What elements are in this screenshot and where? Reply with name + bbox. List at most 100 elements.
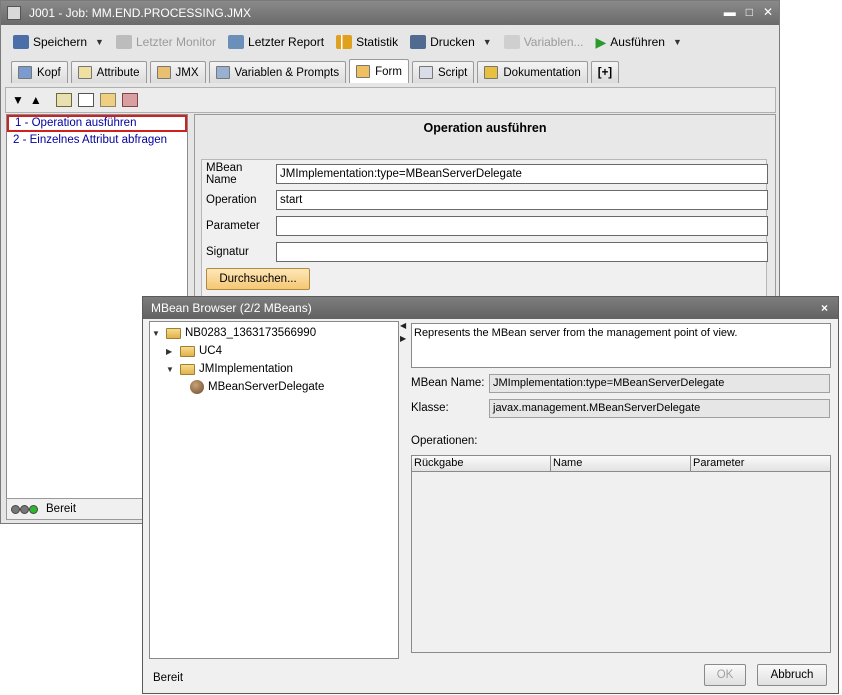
list-item[interactable]: 2 - Einzelnes Attribut abfragen bbox=[7, 132, 187, 149]
browse-button[interactable]: Durchsuchen... bbox=[206, 268, 310, 290]
signature-field[interactable] bbox=[276, 242, 768, 262]
form-icon bbox=[356, 65, 371, 78]
play-icon: ▶ bbox=[595, 33, 607, 50]
collapse-left-icon[interactable]: ◀ bbox=[400, 321, 406, 330]
edit-item-icon[interactable] bbox=[99, 93, 116, 107]
last-monitor-button[interactable]: Letzter Monitor bbox=[112, 33, 220, 51]
operation-field[interactable]: start bbox=[276, 190, 768, 210]
mbean-detail: Represents the MBean server from the man… bbox=[411, 321, 835, 655]
folder-open-icon bbox=[166, 327, 181, 339]
copy-item-icon[interactable] bbox=[77, 93, 94, 107]
mbean-name-label: MBean Name: bbox=[411, 377, 485, 389]
status-light-icon bbox=[29, 504, 38, 514]
tree-node-label: MBeanServerDelegate bbox=[208, 381, 325, 393]
last-monitor-label: Letzter Monitor bbox=[135, 35, 217, 49]
print-icon bbox=[410, 35, 427, 49]
add-item-icon[interactable] bbox=[55, 93, 72, 107]
mbean-tree: ▼ NB0283_1363173566990 ▶ UC4 ▼ JMImpleme… bbox=[149, 321, 399, 659]
tab-label: Script bbox=[437, 66, 468, 79]
form-fields: MBean Name JMImplementation:type=MBeanSer… bbox=[201, 159, 768, 299]
main-toolbar: Speichern ▼ Letzter Monitor Letzter Repo… bbox=[1, 29, 779, 55]
move-up-icon[interactable]: ▲ bbox=[30, 93, 42, 107]
print-button[interactable]: Drucken ▼ bbox=[406, 33, 496, 51]
print-dropdown-icon[interactable]: ▼ bbox=[483, 37, 492, 47]
close-icon[interactable]: ✕ bbox=[763, 5, 773, 19]
mbean-name-value: JMImplementation:type=MBeanServerDelegat… bbox=[489, 373, 830, 393]
list-item[interactable]: 1 - Operation ausführen bbox=[7, 115, 187, 132]
statistics-icon bbox=[336, 35, 353, 49]
save-label: Speichern bbox=[33, 35, 88, 49]
description-box: Represents the MBean server from the man… bbox=[411, 323, 831, 368]
execute-button[interactable]: ▶ Ausführen ▼ bbox=[592, 32, 686, 53]
column-header-return[interactable]: Rückgabe bbox=[412, 456, 551, 471]
cancel-button[interactable]: Abbruch bbox=[757, 664, 827, 686]
statistics-label: Statistik bbox=[356, 35, 399, 49]
folder-icon bbox=[180, 345, 195, 357]
add-tab-icon: [+] bbox=[597, 66, 613, 79]
maximize-icon[interactable]: □ bbox=[746, 5, 753, 19]
column-header-parameter[interactable]: Parameter bbox=[691, 456, 830, 471]
status-text: Bereit bbox=[46, 503, 77, 515]
statistics-button[interactable]: Statistik bbox=[332, 33, 402, 51]
delete-item-icon[interactable] bbox=[121, 93, 138, 107]
save-dropdown-icon[interactable]: ▼ bbox=[95, 37, 104, 47]
tab-variables-prompts[interactable]: Variablen & Prompts bbox=[208, 61, 347, 83]
tree-node-uc4[interactable]: ▶ UC4 bbox=[166, 342, 222, 360]
attribute-icon bbox=[77, 66, 92, 79]
ok-button[interactable]: OK bbox=[704, 664, 746, 686]
tab-jmx[interactable]: JMX bbox=[149, 61, 206, 83]
tree-node-root[interactable]: ▼ NB0283_1363173566990 bbox=[152, 324, 316, 342]
expand-right-icon[interactable]: ▶ bbox=[400, 334, 406, 343]
tab-kopf[interactable]: Kopf bbox=[11, 61, 68, 83]
kopf-icon bbox=[18, 66, 32, 79]
column-header-name[interactable]: Name bbox=[551, 456, 691, 471]
last-report-label: Letzter Report bbox=[248, 35, 325, 49]
save-icon bbox=[13, 35, 29, 49]
parameter-field[interactable] bbox=[276, 216, 768, 236]
tab-label: Kopf bbox=[37, 66, 61, 79]
mbean-browser-dialog: MBean Browser (2/2 MBeans) × ▼ NB0283_13… bbox=[142, 296, 839, 694]
report-icon bbox=[228, 35, 245, 49]
move-down-icon[interactable]: ▼ bbox=[12, 93, 24, 107]
tree-node-label: JMImplementation bbox=[199, 363, 293, 375]
form-title: Operation ausführen bbox=[423, 121, 547, 135]
operations-label: Operationen: bbox=[411, 435, 478, 447]
save-button[interactable]: Speichern ▼ bbox=[9, 33, 108, 51]
mbean-name-field[interactable]: JMImplementation:type=MBeanServerDelegat… bbox=[276, 164, 768, 184]
bean-icon bbox=[190, 380, 204, 394]
signature-label: Signatur bbox=[206, 246, 249, 258]
tab-form[interactable]: Form bbox=[349, 59, 409, 83]
tab-script[interactable]: Script bbox=[411, 61, 475, 83]
dialog-title: MBean Browser (2/2 MBeans) bbox=[143, 297, 838, 319]
tab-label: JMX bbox=[175, 66, 199, 79]
variables-label: Variablen... bbox=[523, 35, 584, 49]
tab-label: Dokumentation bbox=[503, 66, 581, 79]
status-light-icon bbox=[11, 504, 20, 514]
operations-table: Rückgabe Name Parameter bbox=[411, 455, 831, 653]
collapsed-icon[interactable]: ▶ bbox=[166, 347, 176, 356]
tree-node-label: NB0283_1363173566990 bbox=[185, 327, 317, 339]
tab-attribute[interactable]: Attribute bbox=[70, 61, 147, 83]
minimize-icon[interactable]: ▬ bbox=[724, 5, 736, 19]
variables-button[interactable]: Variablen... bbox=[500, 33, 588, 51]
tree-node-jmimplementation[interactable]: ▼ JMImplementation bbox=[166, 360, 293, 378]
expanded-icon[interactable]: ▼ bbox=[166, 365, 176, 374]
operation-label: Operation bbox=[206, 194, 257, 206]
parameter-label: Parameter bbox=[206, 220, 260, 232]
window-icon bbox=[7, 6, 21, 20]
dialog-close-icon[interactable]: × bbox=[821, 301, 828, 315]
mbean-name-label: MBean Name bbox=[206, 162, 243, 186]
tab-dokumentation[interactable]: Dokumentation bbox=[477, 61, 588, 83]
folder-open-icon bbox=[180, 363, 195, 375]
last-report-button[interactable]: Letzter Report bbox=[224, 33, 328, 51]
variables-tab-icon bbox=[215, 66, 230, 79]
tree-node-mbeanserverdelegate[interactable]: MBeanServerDelegate bbox=[190, 378, 324, 396]
status-light-icon bbox=[20, 504, 29, 514]
expanded-icon[interactable]: ▼ bbox=[152, 329, 162, 338]
window-titlebar: J001 - Job: MM.END.PROCESSING.JMX ▬ □ ✕ bbox=[1, 1, 779, 25]
execute-dropdown-icon[interactable]: ▼ bbox=[673, 37, 682, 47]
tab-label: Attribute bbox=[96, 66, 140, 79]
script-icon bbox=[418, 66, 433, 79]
tree-node-label: UC4 bbox=[199, 345, 223, 357]
tab-add[interactable]: [+] bbox=[590, 61, 620, 83]
